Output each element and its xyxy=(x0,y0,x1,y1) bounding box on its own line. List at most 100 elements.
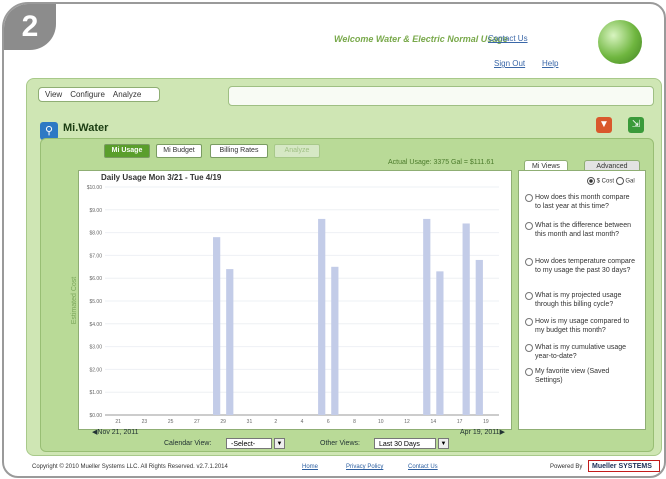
other-views-label: Other Views: xyxy=(320,440,360,447)
calendar-view-label: Calendar View: xyxy=(164,440,212,447)
x-tick-label: 31 xyxy=(247,419,253,425)
calendar-dropdown-arrow-icon[interactable]: ▼ xyxy=(274,438,285,449)
tab-billing-rates[interactable]: Billing Rates xyxy=(210,144,268,158)
calendar-view-select[interactable]: -Select- xyxy=(226,438,272,449)
chart-bar xyxy=(226,269,234,415)
chart-bar xyxy=(436,271,444,415)
question-label: How is my usage compared to my budget th… xyxy=(535,318,630,334)
y-tick-label: $2.00 xyxy=(89,367,102,373)
footer-home-link[interactable]: Home xyxy=(302,464,318,470)
chart-bar xyxy=(462,223,470,415)
y-tick-label: $10.00 xyxy=(87,185,103,191)
question-budget[interactable]: How is my usage compared to my budget th… xyxy=(525,317,637,335)
x-tick-label: 19 xyxy=(483,419,489,425)
x-tick-label: 21 xyxy=(115,419,121,425)
address-bar[interactable] xyxy=(228,86,654,106)
x-tick-label: 14 xyxy=(431,419,437,425)
question-radio[interactable] xyxy=(525,318,533,326)
mueller-systems-logo: Mueller SYSTEMS xyxy=(588,460,660,472)
y-tick-label: $9.00 xyxy=(89,208,102,214)
question-radio[interactable] xyxy=(525,292,533,300)
question-label: How does temperature compare to my usage… xyxy=(535,258,635,274)
welcome-text: Welcome Water & Electric Normal Usage xyxy=(334,34,508,44)
gal-radio[interactable] xyxy=(615,177,624,185)
menu-bar: View Configure Analyze xyxy=(38,87,160,102)
export-icon[interactable]: ⇲ xyxy=(628,117,644,133)
download-icon[interactable]: ▼ xyxy=(596,117,612,133)
x-tick-label: 27 xyxy=(194,419,200,425)
menu-configure[interactable]: Configure xyxy=(70,90,105,99)
powered-by-text: Powered By xyxy=(550,464,583,470)
tab-analyze[interactable]: Analyze xyxy=(274,144,320,158)
question-radio[interactable] xyxy=(525,344,533,352)
other-views-dropdown-arrow-icon[interactable]: ▼ xyxy=(438,438,449,449)
x-tick-label: 4 xyxy=(301,419,304,425)
contact-us-link[interactable]: Contact Us xyxy=(488,34,528,43)
chart-y-label: Estimated Cost xyxy=(71,276,79,325)
step-number-badge: 2 xyxy=(4,4,56,50)
y-tick-label: $1.00 xyxy=(89,390,102,396)
chart-bar xyxy=(331,266,339,415)
question-projected[interactable]: What is my projected usage through this … xyxy=(525,291,637,309)
x-tick-label: 17 xyxy=(457,419,463,425)
end-date-label: Apr 19, 2011 xyxy=(460,429,500,436)
x-tick-label: 10 xyxy=(378,419,384,425)
menu-view[interactable]: View xyxy=(45,90,62,99)
menu-analyze[interactable]: Analyze xyxy=(113,90,141,99)
question-last-month[interactable]: What is the difference between this mont… xyxy=(525,221,637,239)
question-label: What is the difference between this mont… xyxy=(535,222,631,238)
question-radio[interactable] xyxy=(525,258,533,266)
x-tick-label: 8 xyxy=(353,419,356,425)
chart-bar xyxy=(318,218,326,415)
tab-mi-budget[interactable]: Mi Budget xyxy=(156,144,202,158)
sign-out-link[interactable]: Sign Out xyxy=(494,59,525,68)
tab-mi-usage[interactable]: Mi Usage xyxy=(104,144,150,158)
question-label: How does this month compare to last year… xyxy=(535,194,630,210)
y-tick-label: $8.00 xyxy=(89,231,102,237)
globe-logo-icon xyxy=(598,20,642,64)
x-tick-label: 23 xyxy=(142,419,148,425)
y-tick-label: $6.00 xyxy=(89,276,102,282)
question-favorite[interactable]: My favorite view (Saved Settings) xyxy=(525,367,637,385)
app-brand: Mi.Water xyxy=(63,122,109,134)
y-tick-label: $7.00 xyxy=(89,253,102,259)
question-temperature[interactable]: How does temperature compare to my usage… xyxy=(525,257,637,275)
y-tick-label: $0.00 xyxy=(89,413,102,419)
x-tick-label: 2 xyxy=(274,419,277,425)
usage-chart: Daily Usage Mon 3/21 - Tue 4/19 Estimate… xyxy=(71,170,512,430)
chart-plot: $10.00 $9.00 $8.00 $7.00 $6.00 $5.00 $4.00 $3.0… xyxy=(87,185,499,425)
chart-bar xyxy=(213,237,221,415)
x-tick-label: 6 xyxy=(327,419,330,425)
help-link[interactable]: Help xyxy=(542,59,558,68)
copyright-text: Copyright © 2010 Mueller Systems LLC. Al… xyxy=(32,464,228,470)
usage-summary: Actual Usage: 3375 Gal = $111.61 xyxy=(388,159,495,166)
x-tick-label: 29 xyxy=(220,419,226,425)
y-tick-label: $4.00 xyxy=(89,322,102,328)
y-tick-label: $3.00 xyxy=(89,345,102,351)
footer-privacy-link[interactable]: Privacy Policy xyxy=(346,464,383,470)
screenshot-frame: 2 Welcome Water & Electric Normal Usage … xyxy=(2,2,666,478)
question-radio[interactable] xyxy=(525,368,533,376)
unit-toggle: $ Cost Gal xyxy=(587,177,635,185)
chart-bar xyxy=(423,218,431,415)
question-label: What is my cumulative usage year-to-date… xyxy=(535,344,627,360)
x-tick-label: 25 xyxy=(168,419,174,425)
chart-end-date[interactable]: Apr 19, 2011▶ xyxy=(460,428,505,436)
x-tick-label: 12 xyxy=(404,419,410,425)
question-radio[interactable] xyxy=(525,194,533,202)
views-panel: $ Cost Gal How does this month compare t… xyxy=(518,170,646,430)
question-label: My favorite view (Saved Settings) xyxy=(535,368,610,384)
question-last-year[interactable]: How does this month compare to last year… xyxy=(525,193,637,211)
cost-radio[interactable] xyxy=(587,177,595,185)
question-radio[interactable] xyxy=(525,222,533,230)
question-label: What is my projected usage through this … xyxy=(535,292,622,308)
footer: Copyright © 2010 Mueller Systems LLC. Al… xyxy=(4,458,664,476)
gal-unit-label: Gal xyxy=(625,178,635,185)
other-views-select[interactable]: Last 30 Days xyxy=(374,438,436,449)
chart-start-date[interactable]: ◀Nov 21, 2011 xyxy=(92,428,139,436)
y-tick-label: $5.00 xyxy=(89,299,102,305)
start-date-label: Nov 21, 2011 xyxy=(97,429,139,436)
chart-bar xyxy=(475,259,483,415)
question-cumulative[interactable]: What is my cumulative usage year-to-date… xyxy=(525,343,637,361)
footer-contact-link[interactable]: Contact Us xyxy=(408,464,438,470)
